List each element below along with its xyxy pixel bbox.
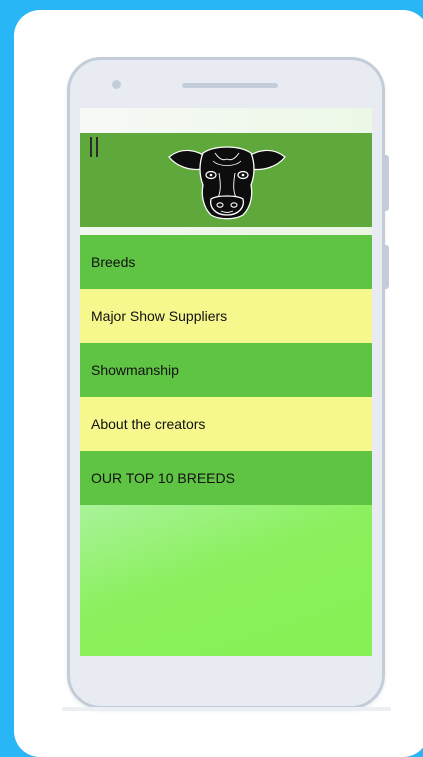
menu-item-label: OUR TOP 10 BREEDS bbox=[91, 470, 235, 486]
menu-item-major-show-suppliers[interactable]: Major Show Suppliers bbox=[80, 289, 372, 343]
menu-item-top-10-breeds[interactable]: OUR TOP 10 BREEDS bbox=[80, 451, 372, 505]
banner-divider bbox=[80, 227, 372, 235]
power-button bbox=[385, 155, 389, 211]
menu-item-breeds[interactable]: Breeds bbox=[80, 235, 372, 289]
menu-item-label: Breeds bbox=[91, 254, 136, 270]
header-banner bbox=[80, 133, 372, 227]
menu-item-label: About the creators bbox=[91, 416, 206, 432]
phone-base-shadow bbox=[62, 707, 391, 711]
menu-toggle-icon[interactable] bbox=[90, 137, 98, 157]
menu-item-label: Showmanship bbox=[91, 362, 179, 378]
menu-item-showmanship[interactable]: Showmanship bbox=[80, 343, 372, 397]
cow-head-icon bbox=[168, 146, 286, 220]
front-camera bbox=[112, 80, 121, 89]
volume-button bbox=[385, 245, 389, 289]
menu-item-about-the-creators[interactable]: About the creators bbox=[80, 397, 372, 451]
speaker-grille bbox=[182, 83, 278, 88]
menu-item-label: Major Show Suppliers bbox=[91, 308, 228, 324]
app-screen: Breeds Major Show Suppliers Showmanship … bbox=[80, 108, 372, 656]
status-strip bbox=[80, 108, 372, 133]
content-area bbox=[80, 505, 372, 656]
